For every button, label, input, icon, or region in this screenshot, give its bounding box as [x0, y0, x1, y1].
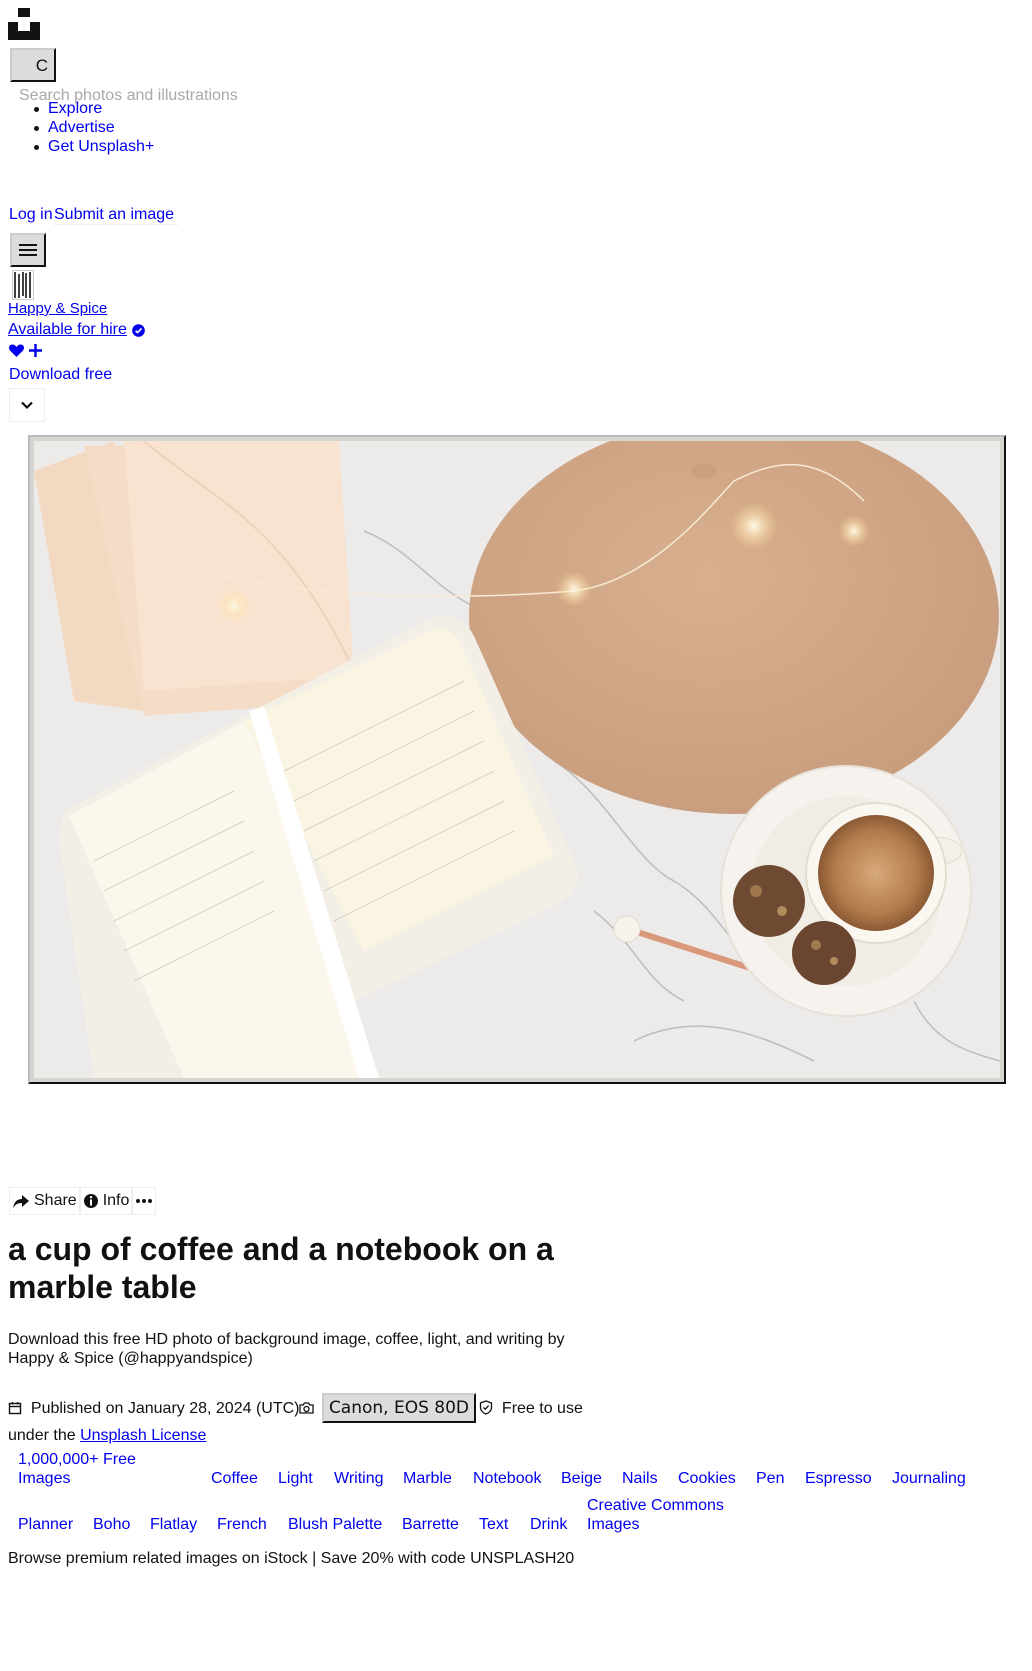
- tag-creative-commons-line2[interactable]: Images: [587, 1515, 639, 1534]
- hamburger-menu-button[interactable]: [10, 233, 46, 267]
- login-link[interactable]: Log in: [9, 206, 53, 224]
- istock-promo-text: Browse premium related images on iStock …: [8, 1550, 575, 1567]
- tag-journaling[interactable]: Journaling: [892, 1469, 966, 1488]
- calendar-icon: [8, 1402, 22, 1415]
- camera-icon: [299, 1402, 315, 1414]
- heart-icon[interactable]: [8, 342, 25, 359]
- unsplash-license-link[interactable]: Unsplash License: [80, 1427, 206, 1444]
- share-button[interactable]: Share: [9, 1187, 80, 1215]
- tag-espresso[interactable]: Espresso: [805, 1469, 872, 1488]
- tag-marble[interactable]: Marble: [403, 1469, 452, 1488]
- photo-container[interactable]: [28, 435, 1006, 1084]
- tag-blush-palette[interactable]: Blush Palette: [288, 1515, 382, 1534]
- tag-free-images-line2[interactable]: Images: [18, 1469, 70, 1488]
- photo-meta: Published on January 28, 2024 (UTC) Cano…: [8, 1393, 598, 1448]
- unsplash-logo-icon[interactable]: [8, 8, 40, 40]
- free-to-use-label: Free to use: [501, 1400, 583, 1417]
- tag-text[interactable]: Text: [479, 1515, 508, 1534]
- main-nav: Explore Advertise Get Unsplash+: [33, 100, 154, 157]
- share-icon: [13, 1195, 29, 1208]
- tag-barrette[interactable]: Barrette: [402, 1515, 459, 1534]
- available-for-hire-link[interactable]: Available for hire: [8, 321, 145, 339]
- submit-image-link[interactable]: Submit an image: [54, 206, 179, 225]
- photo-title: a cup of coffee and a notebook on a marb…: [8, 1231, 554, 1305]
- download-free-button[interactable]: Download free: [9, 366, 112, 384]
- tag-drink[interactable]: Drink: [530, 1515, 567, 1534]
- verified-badge-icon: [132, 323, 145, 337]
- tag-free-images-line1[interactable]: 1,000,000+ Free: [18, 1450, 136, 1469]
- share-label: Share: [34, 1192, 77, 1209]
- author-avatar[interactable]: [12, 270, 34, 300]
- more-actions-button[interactable]: [132, 1187, 157, 1215]
- under-the-label: under the: [8, 1427, 76, 1444]
- tag-planner[interactable]: Planner: [18, 1515, 73, 1534]
- info-label: Info: [102, 1192, 130, 1209]
- add-to-collection-icon[interactable]: [27, 342, 44, 359]
- info-button[interactable]: Info: [79, 1187, 133, 1215]
- chevron-down-icon: [21, 401, 33, 410]
- download-options-button[interactable]: [9, 388, 45, 422]
- tag-pen[interactable]: Pen: [756, 1469, 784, 1488]
- info-icon: [83, 1194, 98, 1208]
- shield-check-icon: [479, 1400, 493, 1415]
- photo-actions-bar: Share Info: [9, 1186, 157, 1216]
- tag-nails[interactable]: Nails: [622, 1469, 658, 1488]
- nav-explore[interactable]: Explore: [48, 100, 102, 117]
- tag-creative-commons-line1[interactable]: Creative Commons: [587, 1496, 724, 1515]
- tag-french[interactable]: French: [217, 1515, 267, 1534]
- photo-description: Download this free HD photo of backgroun…: [8, 1331, 565, 1367]
- published-date: Published on January 28, 2024 (UTC): [30, 1400, 300, 1417]
- tag-boho[interactable]: Boho: [93, 1515, 130, 1534]
- main-photo: [34, 441, 1000, 1078]
- camera-info-button[interactable]: Canon, EOS 80D: [321, 1393, 477, 1423]
- more-horizontal-icon: [136, 1199, 153, 1203]
- tag-writing[interactable]: Writing: [334, 1469, 384, 1488]
- tag-coffee[interactable]: Coffee: [211, 1469, 258, 1488]
- author-name-link[interactable]: Happy & Spice: [8, 300, 107, 317]
- hire-label: Available for hire: [8, 321, 127, 338]
- tag-light[interactable]: Light: [278, 1469, 313, 1488]
- tag-cookies[interactable]: Cookies: [678, 1469, 736, 1488]
- search-button[interactable]: C: [10, 48, 56, 82]
- nav-advertise[interactable]: Advertise: [48, 119, 115, 136]
- nav-get-unsplash-plus[interactable]: Get Unsplash+: [48, 138, 154, 155]
- tag-notebook[interactable]: Notebook: [473, 1469, 542, 1488]
- tag-beige[interactable]: Beige: [561, 1469, 602, 1488]
- tag-flatlay[interactable]: Flatlay: [150, 1515, 197, 1534]
